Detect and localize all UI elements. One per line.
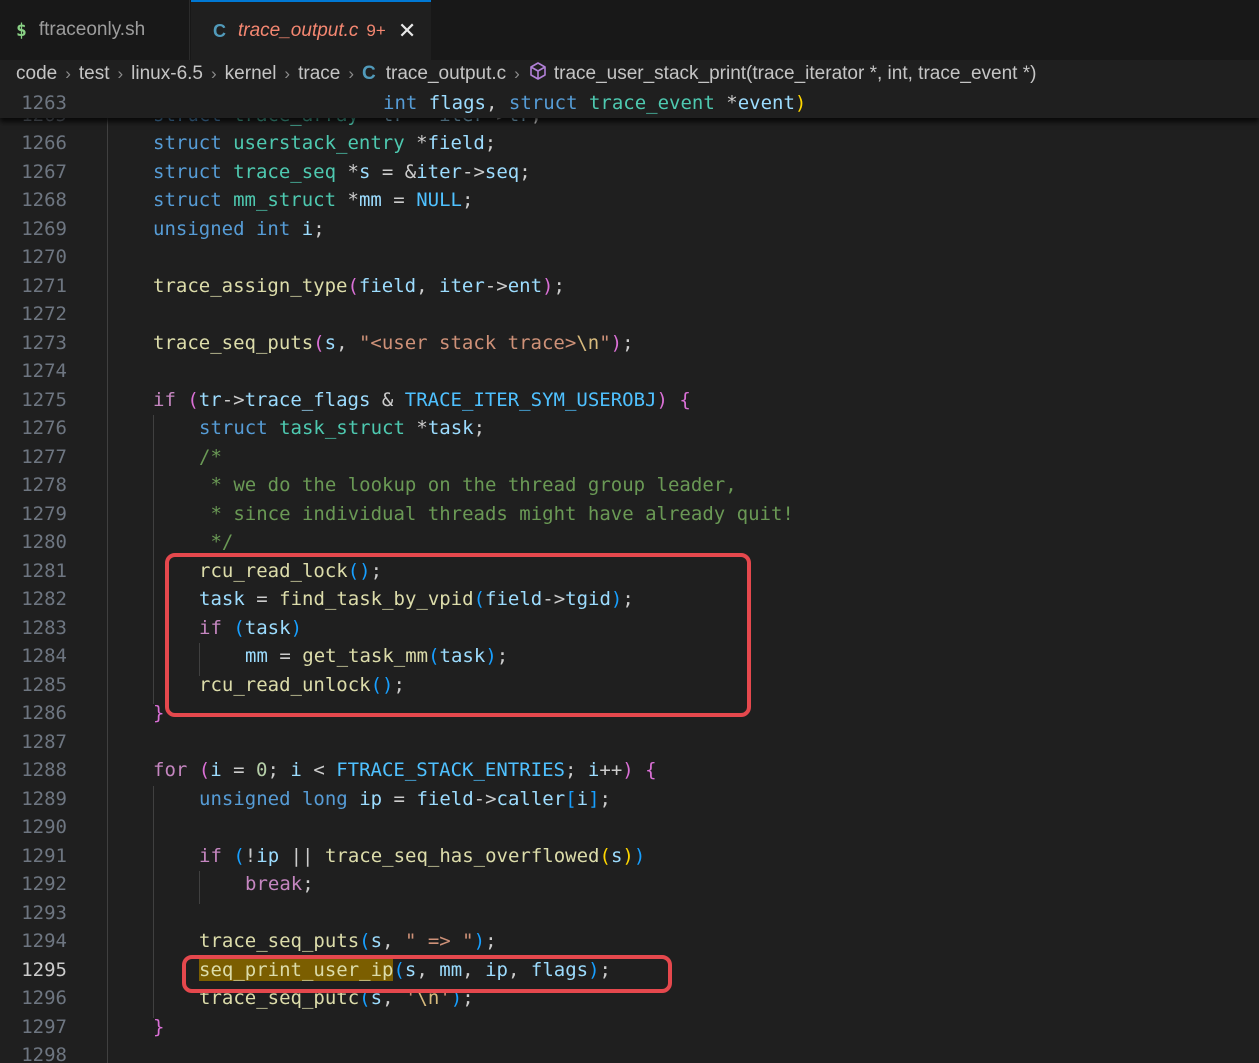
breadcrumb-file[interactable]: trace_output.c (386, 63, 506, 85)
breadcrumb-item[interactable]: kernel (225, 63, 277, 85)
code-line: struct userstack_entry *field; (153, 132, 497, 154)
code-line: break; (245, 873, 314, 895)
line-number: 1267 (21, 160, 67, 183)
line-number: 1268 (21, 189, 67, 211)
line-number: 1290 (21, 816, 67, 838)
line-number: 1274 (21, 360, 67, 382)
chevron-right-icon: › (514, 64, 520, 83)
breadcrumb-item[interactable]: code (16, 63, 57, 85)
code-line: unsigned int i; (153, 217, 325, 240)
code-line: /* (199, 445, 222, 468)
line-number: 1288 (21, 759, 67, 781)
code-line: * since individual threads might have al… (199, 502, 794, 525)
line-number: 1270 (21, 246, 67, 268)
line-number: 1273 (21, 331, 67, 354)
code-line: */ (199, 531, 234, 553)
indent-guide (153, 785, 154, 1018)
line-number: 1276 (21, 417, 67, 439)
close-icon[interactable]: ✕ (398, 20, 416, 42)
tab-label: ftraceonly.sh (38, 19, 146, 40)
chevron-right-icon: › (65, 64, 71, 83)
line-number: 1298 (21, 1044, 67, 1063)
line-number: 1292 (21, 873, 67, 895)
breadcrumb: code › test › linux-6.5 › kernel › trace… (16, 61, 1036, 87)
chevron-right-icon: › (284, 64, 291, 83)
code-line: if (tr->trace_flags & TRACE_ITER_SYM_USE… (153, 388, 691, 411)
indent-guide (153, 415, 154, 704)
line-number: 1277 (21, 445, 67, 468)
line-number: 1272 (21, 303, 67, 325)
line-number: 1296 (21, 987, 67, 1009)
sticky-scroll-header[interactable]: 1263 int flags, struct trace_event *even… (0, 90, 1259, 118)
highlight-box-rcu-block (165, 553, 751, 717)
line-number: 1279 (21, 502, 67, 525)
c-file-icon: C (213, 20, 226, 41)
line-number: 1291 (21, 844, 67, 867)
line-number: 1263 (21, 92, 67, 114)
line-number: 1293 (21, 901, 67, 924)
line-number: 1286 (21, 702, 67, 724)
line-number: 1297 (21, 1015, 67, 1038)
line-number: 1266 (21, 132, 67, 154)
breadcrumb-symbol[interactable]: trace_user_stack_print(trace_iterator *,… (554, 63, 1037, 85)
code-line: trace_assign_type(field, iter->ent); (153, 274, 565, 297)
line-number: 1287 (21, 730, 67, 753)
breadcrumb-item[interactable]: linux-6.5 (131, 63, 203, 85)
tab-trace-output-c[interactable]: C trace_output.c 9+ ✕ (191, 0, 431, 60)
indent-guide (107, 99, 108, 1063)
tab-bar: $ ftraceonly.sh C trace_output.c 9+ ✕ (0, 0, 1259, 60)
code-line: unsigned long ip = field->caller[i]; (199, 787, 611, 810)
shell-file-icon: $ (16, 19, 27, 41)
code-line: struct trace_seq *s = &iter->seq; (153, 160, 531, 183)
line-number: 1269 (21, 217, 67, 240)
line-number: 1280 (21, 531, 67, 553)
code-line: * we do the lookup on the thread group l… (199, 474, 737, 496)
code-line: struct mm_struct *mm = NULL; (153, 189, 474, 211)
breadcrumb-item[interactable]: test (79, 63, 110, 85)
highlight-box-seq-print-user-ip (182, 955, 672, 993)
code-line: trace_seq_puts(s, " => "); (199, 930, 497, 952)
tab-label: trace_output.c (238, 20, 359, 41)
code-line: trace_seq_puts(s, "<user stack trace>\n"… (153, 331, 634, 354)
chevron-right-icon: › (348, 64, 355, 83)
problems-badge: 9+ (366, 21, 386, 40)
code-editor[interactable]: 1263 int flags, struct trace_event *even… (0, 90, 1259, 1063)
tab-ftraceonly-sh[interactable]: $ ftraceonly.sh (0, 0, 190, 60)
line-number: 1285 (21, 673, 67, 696)
line-number: 1295 (21, 958, 67, 981)
line-number: 1281 (21, 559, 67, 582)
sticky-code-line: int flags, struct trace_event *event) (383, 92, 807, 114)
breadcrumb-item[interactable]: trace (298, 63, 340, 85)
line-number: 1283 (21, 616, 67, 639)
indent-guide (199, 871, 200, 904)
line-number: 1294 (21, 930, 67, 952)
code-line: for (i = 0; i < FTRACE_STACK_ENTRIES; i+… (153, 759, 657, 781)
c-file-icon: C (362, 63, 376, 84)
line-number: 1284 (21, 645, 67, 667)
line-number: 1275 (21, 388, 67, 411)
line-number: 1289 (21, 787, 67, 810)
code-line: if (!ip || trace_seq_has_overflowed(s)) (199, 844, 646, 867)
line-number: 1278 (21, 474, 67, 496)
code-line: struct task_struct *task; (199, 417, 486, 439)
method-cube-icon (528, 61, 548, 87)
code-line: } (153, 702, 165, 724)
line-number: 1271 (21, 274, 67, 297)
code-line: } (153, 1015, 165, 1038)
chevron-right-icon: › (211, 64, 217, 83)
chevron-right-icon: › (117, 64, 124, 83)
line-number: 1282 (21, 588, 67, 610)
